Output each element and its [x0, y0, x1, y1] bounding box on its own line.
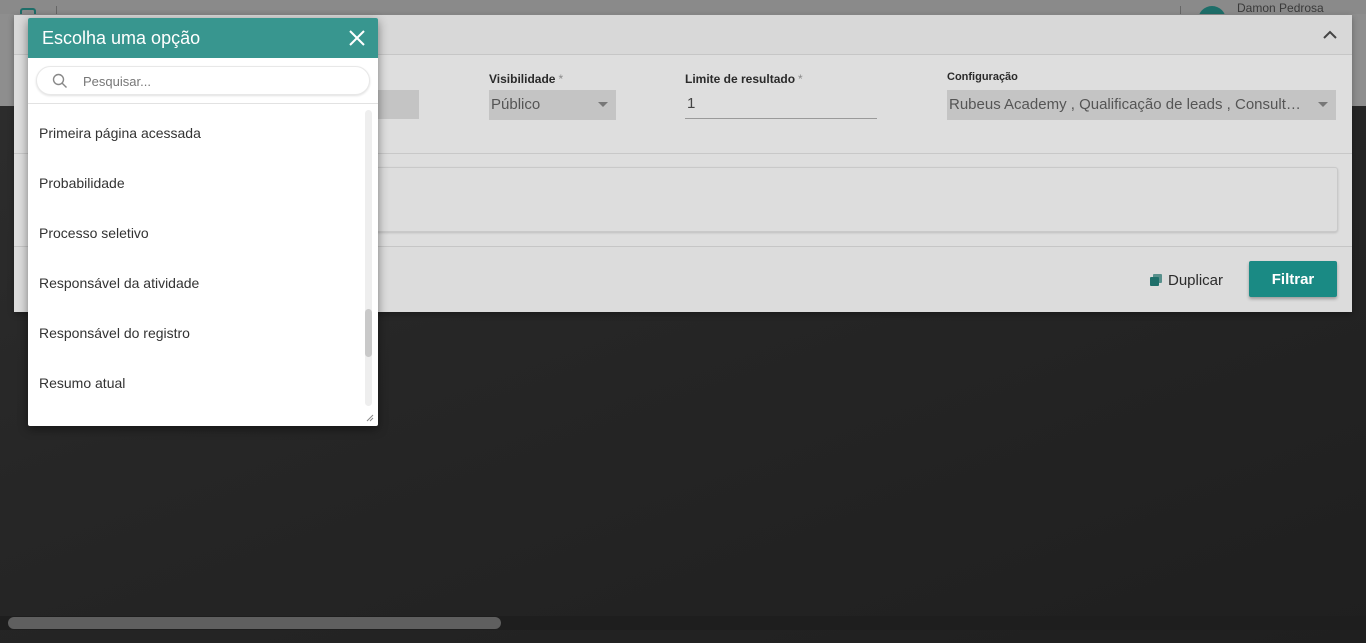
options-list: Primeira página acessada Probabilidade P…	[28, 104, 364, 426]
popup-header: Escolha uma opção	[28, 18, 378, 58]
chevron-up-icon[interactable]	[1320, 25, 1340, 45]
page-scrollbar-thumb[interactable]	[8, 617, 501, 629]
caret-down-icon	[1318, 102, 1328, 107]
result-limit-input[interactable]	[685, 89, 877, 119]
search-icon	[52, 73, 67, 88]
user-name[interactable]: Damon Pedrosa	[1237, 2, 1324, 14]
partially-hidden-select[interactable]	[378, 90, 419, 119]
configuration-select[interactable]: Rubeus Academy , Qualificação de leads ,…	[947, 90, 1336, 120]
caret-down-icon	[598, 102, 608, 107]
duplicate-icon	[1150, 274, 1162, 286]
visibility-select[interactable]: Público	[489, 90, 616, 120]
list-item[interactable]: Responsável da atividade	[28, 258, 364, 308]
search-box[interactable]	[36, 66, 370, 95]
list-item[interactable]: Resumo atual	[28, 358, 364, 408]
list-item[interactable]: Probabilidade	[28, 158, 364, 208]
filter-button[interactable]: Filtrar	[1249, 261, 1337, 297]
close-icon[interactable]	[348, 29, 366, 47]
visibility-value: Público	[491, 96, 541, 113]
option-picker-popup: Escolha uma opção Primeira página acessa…	[28, 18, 378, 426]
list-scrollbar-track[interactable]	[365, 110, 372, 406]
list-scrollbar-thumb[interactable]	[365, 309, 372, 357]
configuration-value: Rubeus Academy , Qualificação de leads ,…	[949, 96, 1309, 113]
duplicate-button[interactable]: Duplicar	[1150, 269, 1223, 291]
result-limit-label: Limite de resultado *	[685, 72, 803, 86]
search-area	[28, 58, 378, 104]
resize-handle-icon[interactable]	[366, 414, 374, 422]
duplicate-label: Duplicar	[1168, 271, 1224, 289]
top-app-bar: Damon Pedrosa	[0, 0, 1366, 34]
list-item[interactable]: Primeira página acessada	[28, 108, 364, 158]
popup-title: Escolha uma opção	[42, 28, 201, 48]
search-input[interactable]	[83, 71, 353, 91]
filter-expression-area[interactable]	[364, 167, 1338, 232]
configuration-label: Configuração	[947, 71, 1018, 83]
list-item[interactable]: Processo seletivo	[28, 208, 364, 258]
list-item[interactable]: Responsável do registro	[28, 308, 364, 358]
visibility-label: Visibilidade *	[489, 72, 564, 86]
